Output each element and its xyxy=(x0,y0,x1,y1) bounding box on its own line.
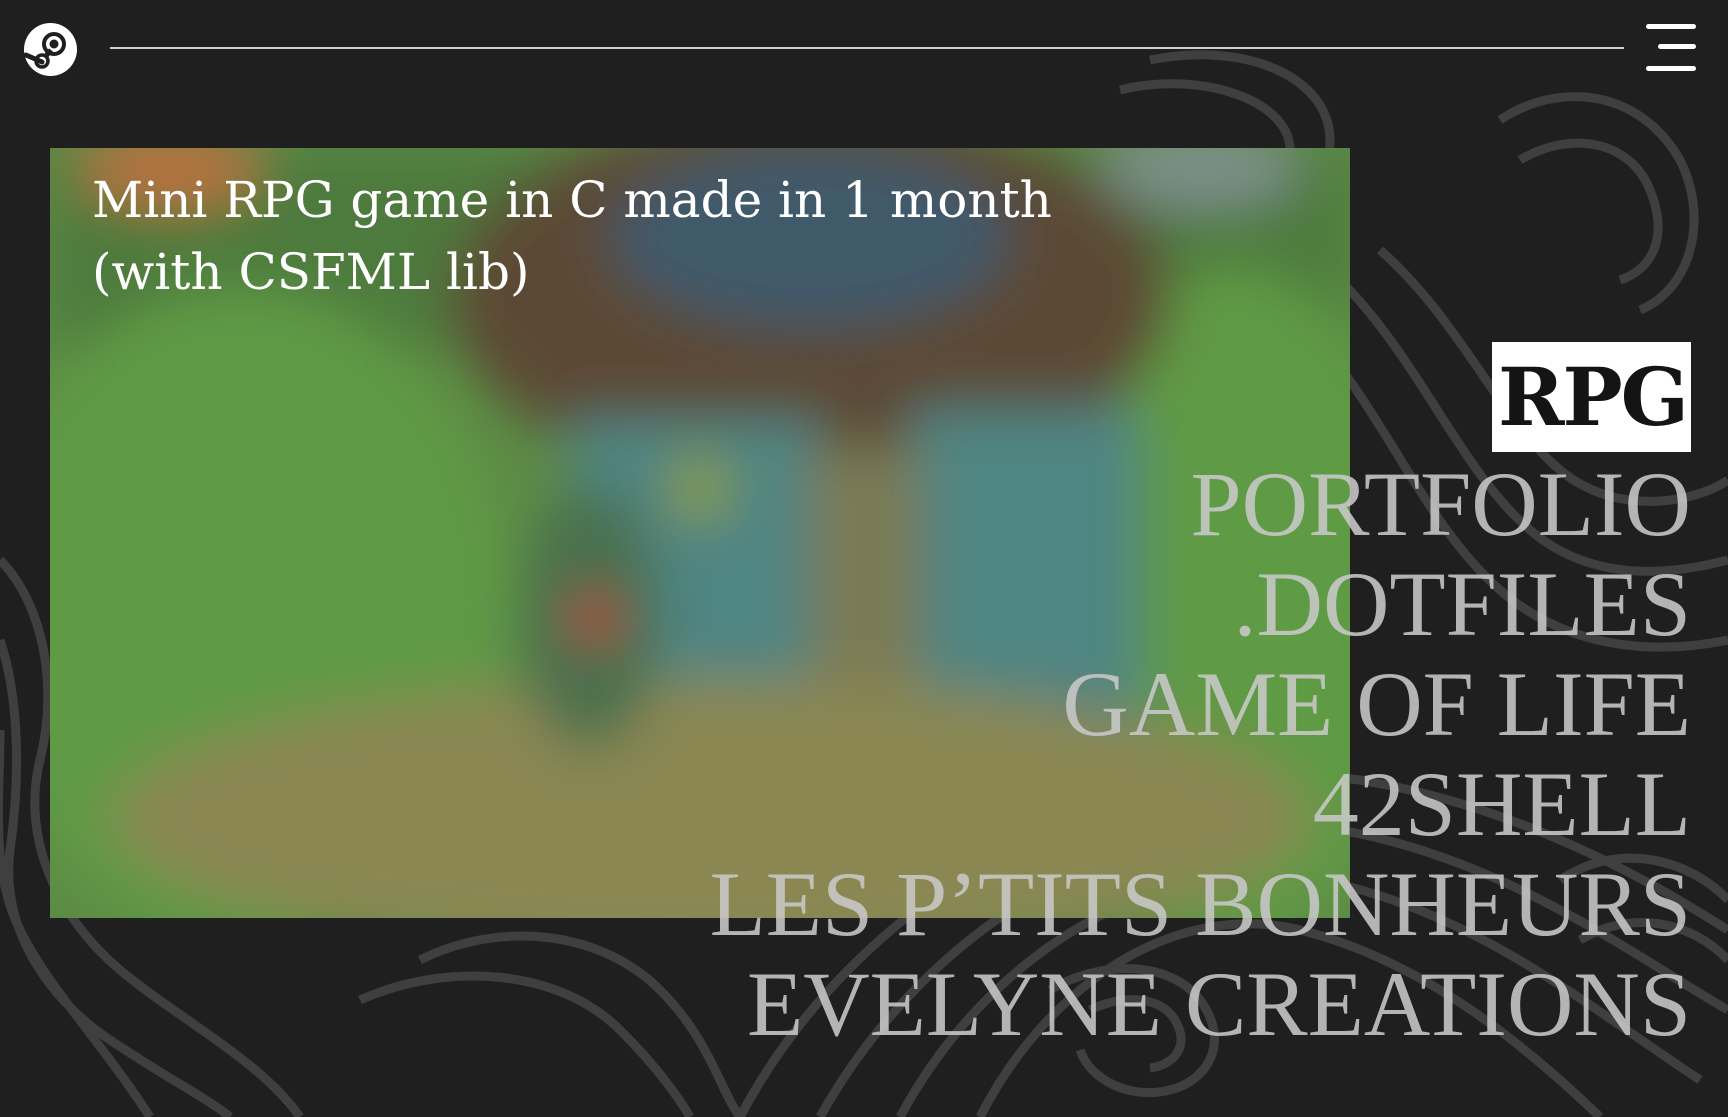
hamburger-menu-icon[interactable] xyxy=(1640,22,1696,74)
menu-line-middle xyxy=(1658,44,1696,49)
steam-icon[interactable] xyxy=(24,23,77,76)
project-item-dotfiles[interactable]: .DOTFILES xyxy=(1234,554,1691,654)
project-item-game-of-life[interactable]: GAME OF LIFE xyxy=(1062,654,1691,754)
menu-line-top xyxy=(1646,24,1696,29)
project-item-portfolio[interactable]: PORTFOLIO xyxy=(1190,454,1691,554)
project-description: Mini RPG game in C made in 1 month (with… xyxy=(92,171,1052,301)
project-item-les-ptits-bonheurs[interactable]: LES P’TITS BONHEURS xyxy=(710,854,1691,954)
project-item-evelyne-creations[interactable]: EVELYNE CREATIONS xyxy=(747,954,1691,1054)
project-item-rpg[interactable]: RPG xyxy=(1492,342,1691,452)
menu-line-bottom xyxy=(1646,66,1696,71)
portfolio-page: Mini RPG game in C made in 1 month (with… xyxy=(0,0,1728,1117)
header-divider xyxy=(110,47,1624,49)
project-item-42shell[interactable]: 42SHELL xyxy=(1313,754,1691,854)
top-bar xyxy=(0,0,1728,100)
project-list: RPG PORTFOLIO .DOTFILES GAME OF LIFE 42S… xyxy=(591,342,1691,1054)
